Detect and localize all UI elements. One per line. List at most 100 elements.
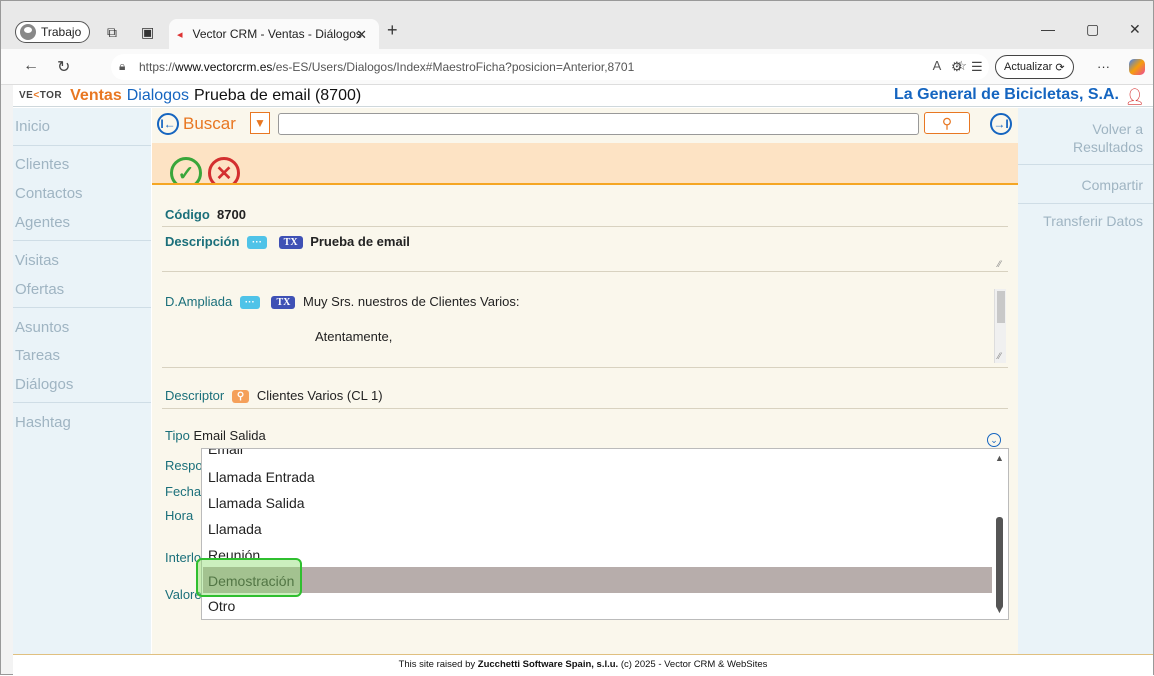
dropdown-option[interactable]: Otro: [208, 598, 235, 614]
user-icon[interactable]: 👤︎: [1125, 87, 1145, 107]
vector-logo[interactable]: VE<TOR: [19, 90, 62, 101]
search-icon[interactable]: ⚲: [924, 112, 970, 134]
sidebar-item-clientes[interactable]: Clientes: [15, 156, 69, 173]
footer-prefix: This site raised by: [398, 659, 478, 670]
footer-company: Zucchetti Software Spain, s.l.u.: [477, 659, 619, 670]
descriptor-value[interactable]: Clientes Varios (CL 1): [257, 388, 383, 403]
update-label: Actualizar: [1004, 61, 1053, 73]
scroll-up-icon[interactable]: ▲: [995, 453, 1004, 463]
compartir-link[interactable]: Compartir: [1082, 176, 1143, 194]
codigo-value: 8700: [217, 207, 246, 222]
action-bar: ✓ ✕: [152, 143, 1018, 185]
sidebar-item-hashtag[interactable]: Hashtag: [15, 414, 71, 431]
maximize-icon[interactable]: ▢: [1086, 21, 1099, 38]
ampliada-line-2[interactable]: Atentamente,: [315, 329, 392, 344]
close-tab-icon[interactable]: ✕: [356, 27, 367, 43]
expand-button[interactable]: ···: [247, 236, 268, 250]
descriptor-label: Descriptor: [165, 388, 225, 403]
highlight-box: [196, 558, 302, 597]
extensions-icon[interactable]: ⚙: [951, 59, 963, 75]
chevron-down-icon[interactable]: ⌄: [987, 433, 1001, 447]
ampliada-label: D.Ampliada: [165, 294, 233, 309]
volver-line-2: Resultados: [1072, 139, 1143, 155]
tipo-row: Tipo Email Salida: [165, 428, 266, 443]
refresh-icon[interactable]: ↻: [57, 57, 70, 77]
company-name[interactable]: La General de Bicicletas, S.A.: [894, 86, 1119, 104]
resize-handle-icon[interactable]: ⁄⁄: [998, 259, 1001, 269]
dropdown-scrollbar[interactable]: ▲ ▼: [994, 451, 1006, 617]
url-field[interactable]: 🔒︎ https://www.vectorcrm.es/es-ES/Users/…: [111, 54, 989, 80]
sidebar-item-asuntos[interactable]: Asuntos: [15, 319, 69, 336]
volver-line-1: Volver a: [1092, 121, 1143, 137]
dropdown-option[interactable]: Llamada: [208, 521, 262, 537]
url-prefix: https://: [139, 60, 176, 74]
avatar-icon: [20, 24, 36, 40]
search-label[interactable]: Buscar: [183, 114, 236, 134]
resize-handle-icon[interactable]: ⁄⁄: [998, 351, 1001, 361]
search-row: I← Buscar ▼ ⚲ →I: [152, 108, 1018, 143]
filter-icon[interactable]: ▼: [250, 112, 270, 134]
sidebar-item-visitas[interactable]: Visitas: [15, 252, 59, 269]
update-button[interactable]: Actualizar ⟳: [995, 55, 1074, 79]
module-title[interactable]: Ventas: [70, 87, 122, 105]
tab-title: Vector CRM - Ventas - Diálogos: [192, 27, 362, 41]
first-record-icon[interactable]: I←: [157, 113, 179, 135]
sidebar-item-tareas[interactable]: Tareas: [15, 347, 60, 364]
ampliada-line-1[interactable]: Muy Srs. nuestros de Clientes Varios:: [303, 294, 520, 309]
tipo-dropdown-list[interactable]: Email Llamada Entrada Llamada Salida Lla…: [201, 448, 1009, 620]
url-host: www.vectorcrm.es: [175, 60, 273, 74]
volver-resultados-link[interactable]: Volver a Resultados: [1073, 120, 1143, 156]
descriptor-row: Descriptor ⚲ Clientes Varios (CL 1): [165, 388, 383, 404]
dropdown-option[interactable]: Llamada Salida: [208, 495, 305, 511]
selected-option-bg: [203, 567, 992, 593]
new-tab-icon[interactable]: +: [387, 20, 398, 41]
close-window-icon[interactable]: ✕: [1129, 21, 1141, 38]
scroll-thumb[interactable]: [997, 291, 1005, 323]
sidebar-item-ofertas[interactable]: Ofertas: [15, 281, 64, 298]
more-icon[interactable]: ···: [1097, 59, 1110, 74]
divider: [162, 271, 1008, 272]
translate-button[interactable]: TX: [278, 236, 303, 250]
fecha-label-text: Fecha: [165, 484, 202, 499]
search-icon[interactable]: ⚲: [231, 390, 250, 404]
favorites-icon[interactable]: ☰: [971, 59, 983, 75]
ampliada-row: D.Ampliada ··· TX Muy Srs. nuestros de C…: [165, 294, 520, 310]
expand-button[interactable]: ···: [239, 296, 260, 310]
sidebar-item-dialogos[interactable]: Diálogos: [15, 376, 73, 393]
cancel-icon[interactable]: ✕: [208, 157, 240, 183]
last-record-icon[interactable]: →I: [990, 113, 1012, 135]
divider: [162, 408, 1008, 409]
submodule-title[interactable]: Dialogos: [127, 87, 189, 105]
minimize-icon[interactable]: —: [1041, 21, 1055, 37]
dropdown-option[interactable]: Llamada Entrada: [208, 469, 315, 485]
dropdown-option[interactable]: Email: [208, 449, 243, 457]
accept-icon[interactable]: ✓: [170, 157, 202, 183]
url-path: /es-ES/Users/Dialogos/Index#MaestroFicha…: [272, 60, 635, 74]
profile-button[interactable]: Trabajo: [15, 21, 91, 43]
sidebar-item-agentes[interactable]: Agentes: [15, 214, 70, 231]
scroll-down-icon[interactable]: ▼: [995, 605, 1004, 615]
footer-suffix: (c) 2025 - Vector CRM & WebSites: [618, 659, 768, 670]
sidebar-item-contactos[interactable]: Contactos: [15, 185, 83, 202]
divider: [13, 307, 151, 308]
divider: [13, 240, 151, 241]
browser-window: Trabajo ⧉ ▣ ◂ Vector CRM - Ventas - Diál…: [0, 0, 1154, 676]
scroll-thumb[interactable]: [996, 517, 1003, 609]
descripcion-value[interactable]: Prueba de email: [310, 234, 410, 249]
tipo-value[interactable]: Email Salida: [193, 428, 265, 443]
back-icon[interactable]: ←: [23, 57, 39, 75]
crm-page: VE<TOR Ventas Dialogos Prueba de email (…: [13, 85, 1153, 676]
browser-tab[interactable]: ◂ Vector CRM - Ventas - Diálogos ✕: [169, 19, 379, 49]
translate-button[interactable]: TX: [271, 296, 296, 310]
tab-actions-icon[interactable]: ▣: [141, 24, 154, 41]
workspaces-icon[interactable]: ⧉: [107, 24, 117, 41]
search-input[interactable]: [278, 113, 919, 135]
main-panel: I← Buscar ▼ ⚲ →I ✓ ✕ Código 8700 Descrip…: [152, 108, 1018, 654]
profile-label: Trabajo: [41, 25, 82, 39]
copilot-icon[interactable]: [1129, 59, 1145, 75]
transferir-datos-link[interactable]: Transferir Datos: [1043, 212, 1143, 230]
site-info-icon[interactable]: 🔒︎: [119, 59, 125, 74]
resp-label: Respo: [165, 458, 203, 473]
sidebar: Inicio Clientes Contactos Agentes Visita…: [13, 108, 151, 654]
sidebar-item-inicio[interactable]: Inicio: [15, 118, 50, 135]
